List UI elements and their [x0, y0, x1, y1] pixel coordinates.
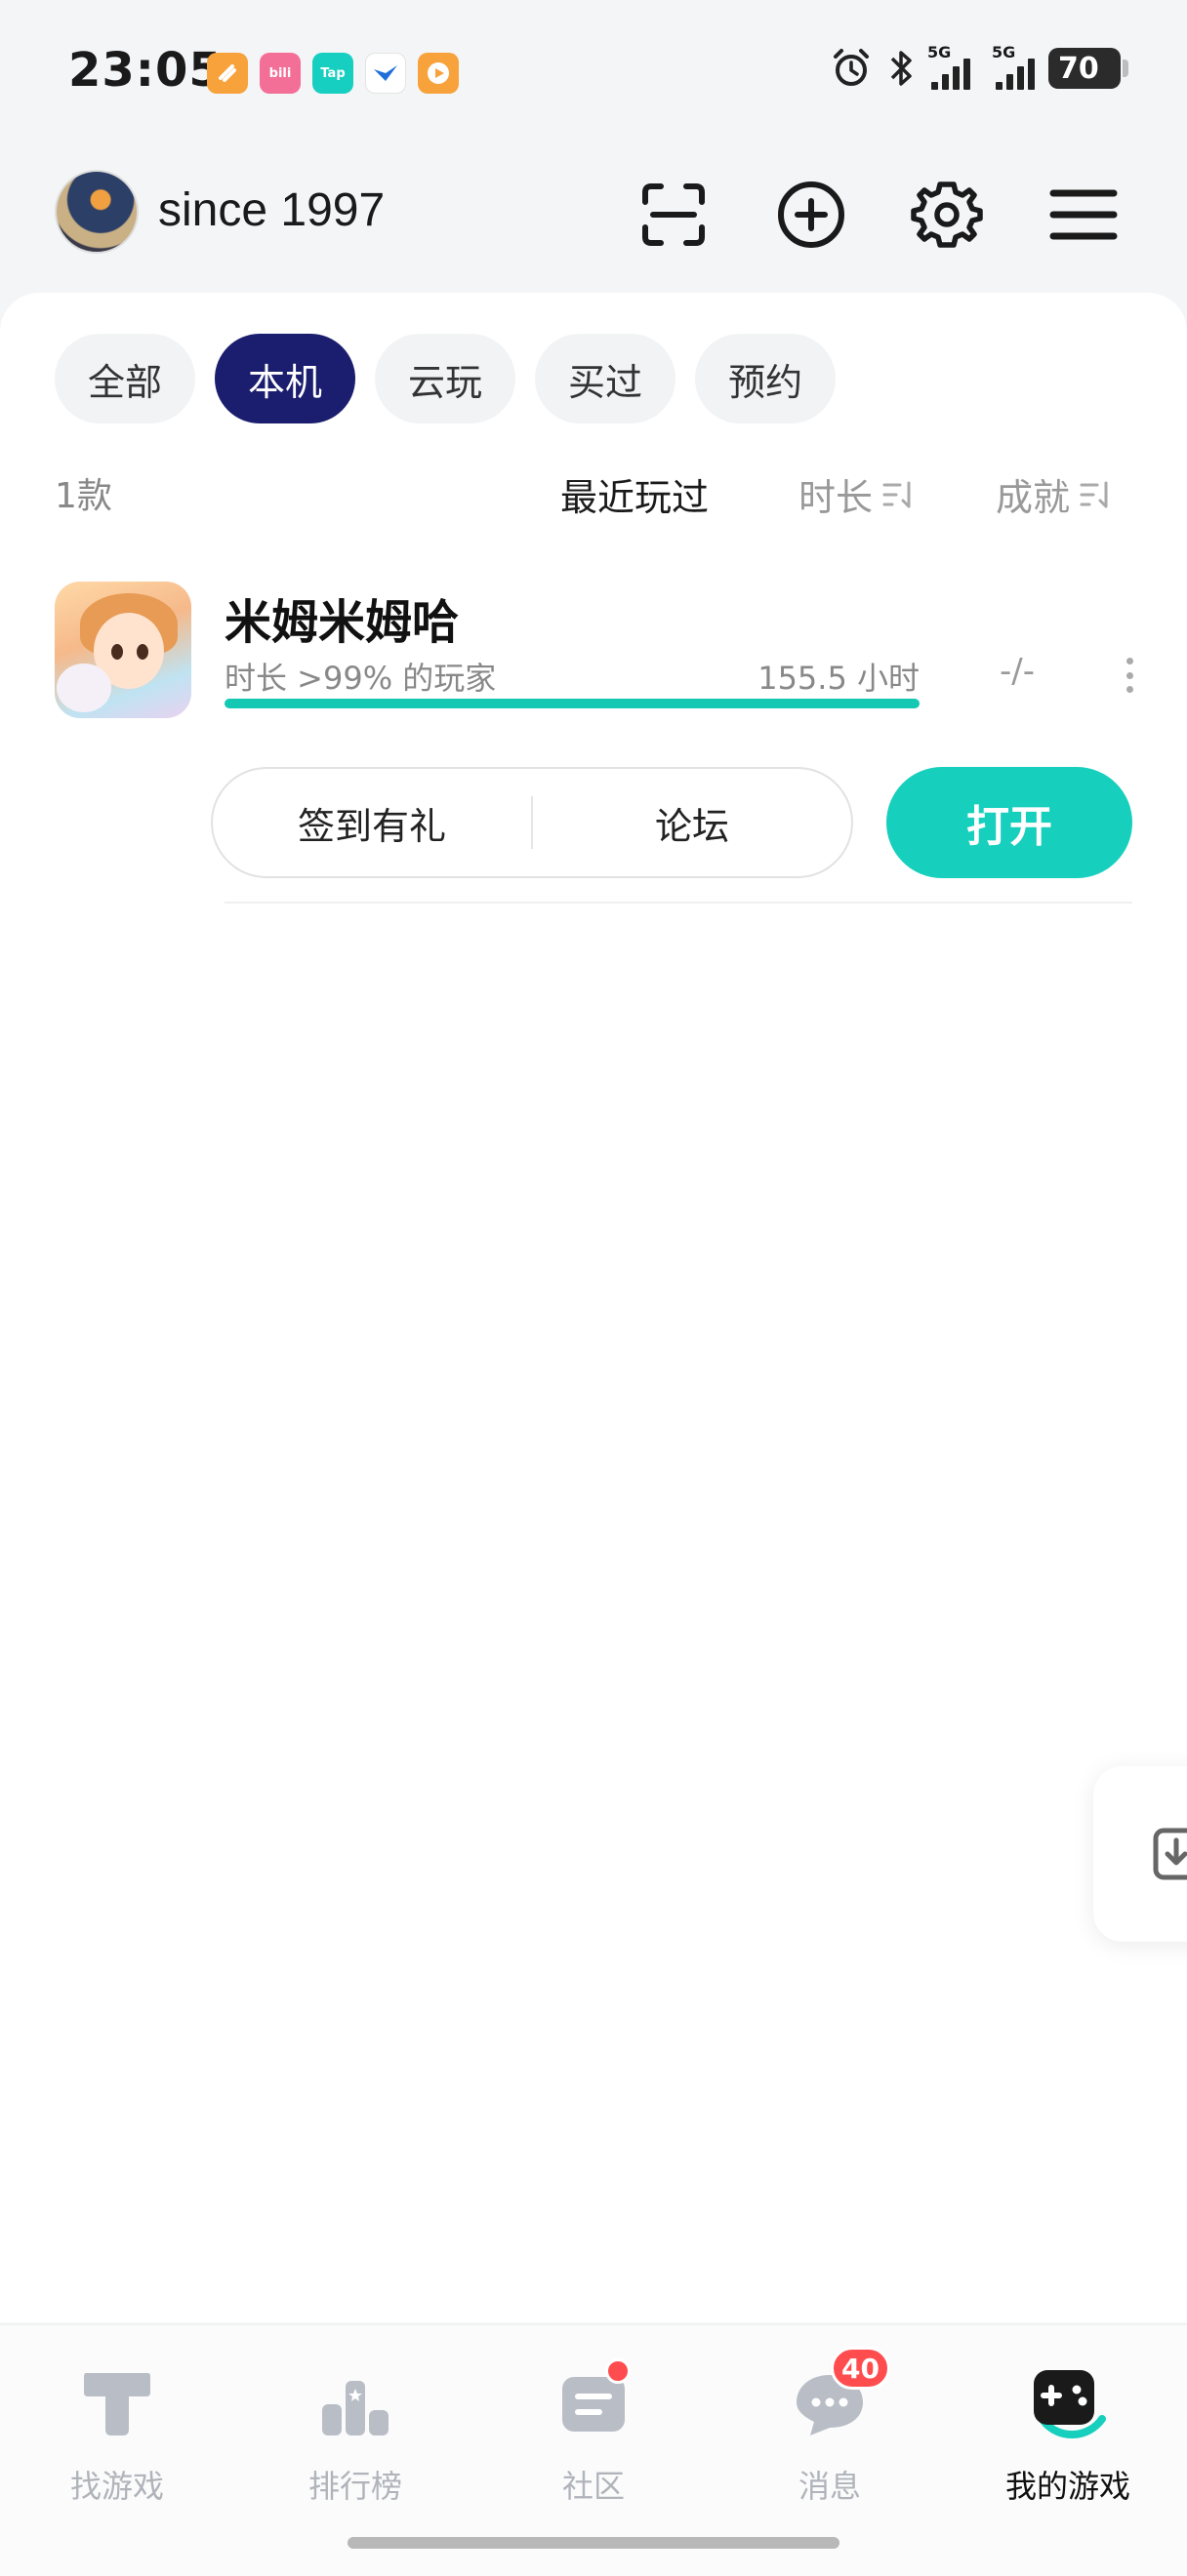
find-games-icon: [72, 2358, 162, 2448]
video-app-icon: [418, 53, 459, 94]
open-game-button[interactable]: 打开: [886, 767, 1132, 878]
filter-local[interactable]: 本机: [215, 334, 356, 423]
game-icon[interactable]: [55, 582, 191, 718]
hamburger-menu-icon: [1049, 189, 1118, 240]
notification-dot: [605, 2358, 631, 2384]
status-bar: 23:05 bili Tap 5G 5G 70: [0, 0, 1187, 146]
filter-cloud[interactable]: 云玩: [375, 334, 516, 423]
community-icon: [549, 2358, 638, 2448]
notification-icons: bili Tap: [207, 53, 459, 94]
filter-purchased[interactable]: 买过: [535, 334, 676, 423]
filter-tabs: 全部 本机 云玩 买过 预约: [55, 334, 837, 423]
filter-all[interactable]: 全部: [55, 334, 196, 423]
achievement-value: -/-: [1000, 652, 1035, 691]
forum-button[interactable]: 论坛: [533, 796, 851, 850]
taptap-icon: Tap: [312, 53, 353, 94]
gear-icon: [911, 181, 983, 248]
avatar[interactable]: [55, 170, 139, 254]
floating-download-button[interactable]: [1093, 1766, 1187, 1942]
game-title[interactable]: 米姆米姆哈: [225, 584, 459, 652]
playtime-rank: 时长 >99% 的玩家: [225, 660, 497, 697]
settings-button[interactable]: [910, 178, 984, 252]
sort-bar: 1款 最近玩过 时长 成就: [0, 463, 1187, 522]
divider: [225, 902, 1132, 904]
app-orange-icon: [207, 53, 248, 94]
main-content: 全部 本机 云玩 买过 预约 1款 最近玩过 时长 成就 米姆米姆哈 时长 >9…: [0, 293, 1187, 2322]
nav-messages[interactable]: 40 消息: [732, 2347, 927, 2507]
sort-order-icon: [1080, 481, 1108, 507]
download-icon: [1153, 1828, 1187, 1880]
menu-button[interactable]: [1046, 178, 1121, 252]
add-button[interactable]: [774, 178, 848, 252]
header: since 1997: [0, 166, 1187, 263]
bilibili-icon: bili: [260, 53, 301, 94]
game-count: 1款: [55, 476, 112, 516]
nav-find-games[interactable]: 找游戏: [20, 2358, 215, 2507]
system-icons: 5G 5G 70: [830, 43, 1128, 90]
home-indicator: [348, 2537, 839, 2549]
scan-icon: [642, 183, 705, 246]
game-actions-pill: 签到有礼 论坛: [211, 767, 853, 878]
checkin-reward-button[interactable]: 签到有礼: [213, 796, 531, 850]
sort-order-icon: [882, 481, 911, 507]
sort-achievement[interactable]: 成就: [996, 467, 1113, 521]
plus-circle-icon: [778, 181, 844, 248]
messages-icon: 40: [785, 2347, 890, 2448]
signal-strength-icon: 5G: [927, 43, 970, 90]
filter-reserved[interactable]: 预约: [695, 334, 837, 423]
playtime-progress-bar: [225, 699, 920, 708]
bluetooth-icon: [890, 51, 912, 86]
alarm-icon: [834, 49, 869, 86]
sort-duration[interactable]: 时长: [798, 467, 916, 521]
status-time: 23:05: [68, 43, 223, 98]
username[interactable]: since 1997: [158, 183, 385, 237]
more-options-icon[interactable]: [1123, 658, 1136, 693]
nav-my-games[interactable]: 我的游戏: [970, 2358, 1166, 2507]
ranking-icon: [310, 2358, 400, 2448]
playtime-hours: 155.5 小时: [757, 660, 920, 697]
signal-strength-icon-2: 5G: [992, 43, 1035, 90]
sort-recent[interactable]: 最近玩过: [560, 467, 709, 521]
nav-community[interactable]: 社区: [496, 2358, 691, 2507]
playtime-progress-fill: [225, 699, 920, 708]
battery-icon: 70: [1048, 48, 1128, 89]
nav-ranking[interactable]: 排行榜: [258, 2358, 453, 2507]
my-games-icon: [1023, 2358, 1113, 2448]
message-count-badge: 40: [831, 2347, 890, 2390]
app-blue-bird-icon: [365, 53, 406, 94]
scan-button[interactable]: [636, 178, 711, 252]
